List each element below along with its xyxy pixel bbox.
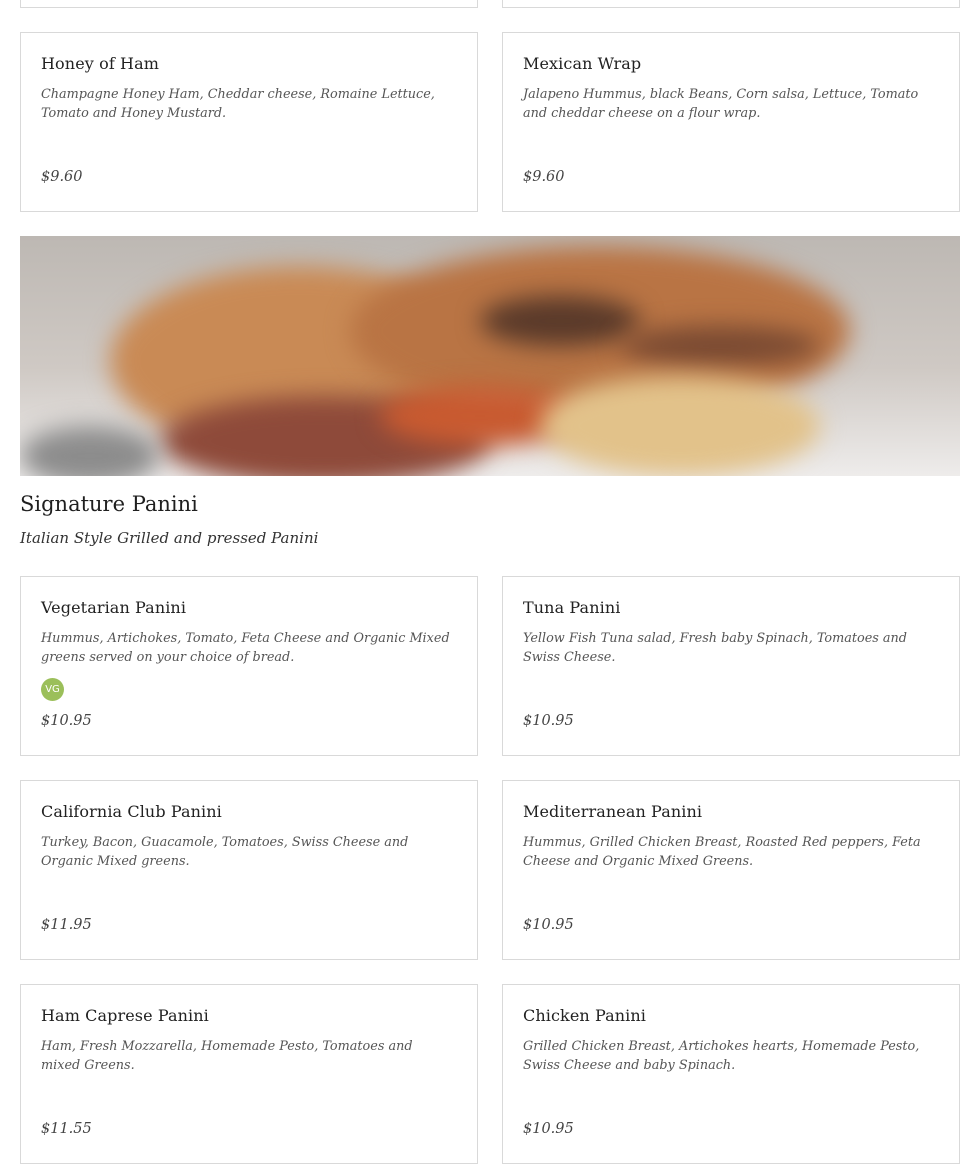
menu-item-description: Hummus, Artichokes, Tomato, Feta Cheese … bbox=[41, 631, 450, 665]
menu-item-description: Jalapeno Hummus, black Beans, Corn salsa… bbox=[523, 87, 919, 121]
menu-card-partial bbox=[502, 0, 960, 8]
menu-item-price: $10.95 bbox=[41, 713, 92, 729]
menu-item-title: Ham Caprese Panini bbox=[41, 1006, 209, 1025]
menu-item-description: Yellow Fish Tuna salad, Fresh baby Spina… bbox=[523, 631, 907, 665]
menu-item-price: $10.95 bbox=[523, 713, 574, 729]
menu-item-vegetarian-panini[interactable]: Vegetarian Panini Hummus, Artichokes, To… bbox=[20, 576, 478, 756]
menu-item-title: Chicken Panini bbox=[523, 1006, 647, 1025]
menu-card-partial bbox=[20, 0, 478, 8]
menu-item-price: $11.95 bbox=[41, 917, 92, 933]
menu-item-price: $10.95 bbox=[523, 917, 574, 933]
menu-item-description: Ham, Fresh Mozzarella, Homemade Pesto, T… bbox=[41, 1039, 413, 1073]
menu-item-title: Honey of Ham bbox=[41, 54, 159, 73]
menu-item-description: Champagne Honey Ham, Cheddar cheese, Rom… bbox=[41, 87, 435, 121]
menu-item-chicken-panini[interactable]: Chicken Panini Grilled Chicken Breast, A… bbox=[502, 984, 960, 1164]
menu-item-description: Grilled Chicken Breast, Artichokes heart… bbox=[523, 1039, 920, 1073]
menu-item-california-club-panini[interactable]: California Club Panini Turkey, Bacon, Gu… bbox=[20, 780, 478, 960]
menu-item-title: Mediterranean Panini bbox=[523, 802, 703, 821]
menu-item-tuna-panini[interactable]: Tuna Panini Yellow Fish Tuna salad, Fres… bbox=[502, 576, 960, 756]
image-blob bbox=[480, 296, 640, 346]
menu-item-mediterranean-panini[interactable]: Mediterranean Panini Hummus, Grilled Chi… bbox=[502, 780, 960, 960]
menu-item-title: Vegetarian Panini bbox=[41, 598, 187, 617]
section-subtitle: Italian Style Grilled and pressed Panini bbox=[20, 529, 319, 547]
menu-item-price: $11.55 bbox=[41, 1121, 92, 1137]
menu-item-title: Mexican Wrap bbox=[523, 54, 642, 73]
menu-item-price: $9.60 bbox=[41, 169, 83, 185]
panini-section-image bbox=[20, 236, 960, 476]
image-blob bbox=[540, 376, 820, 476]
image-blob bbox=[20, 426, 160, 476]
image-blob bbox=[620, 326, 820, 366]
menu-item-price: $9.60 bbox=[523, 169, 565, 185]
menu-item-description: Turkey, Bacon, Guacamole, Tomatoes, Swis… bbox=[41, 835, 409, 869]
menu-item-ham-caprese-panini[interactable]: Ham Caprese Panini Ham, Fresh Mozzarella… bbox=[20, 984, 478, 1164]
menu-item-mexican-wrap[interactable]: Mexican Wrap Jalapeno Hummus, black Bean… bbox=[502, 32, 960, 212]
menu-item-price: $10.95 bbox=[523, 1121, 574, 1137]
vegan-badge: VG bbox=[41, 678, 64, 701]
menu-item-title: Tuna Panini bbox=[523, 598, 621, 617]
menu-item-honey-of-ham[interactable]: Honey of Ham Champagne Honey Ham, Chedda… bbox=[20, 32, 478, 212]
menu-item-title: California Club Panini bbox=[41, 802, 222, 821]
section-title: Signature Panini bbox=[20, 492, 198, 516]
menu-item-description: Hummus, Grilled Chicken Breast, Roasted … bbox=[523, 835, 921, 869]
